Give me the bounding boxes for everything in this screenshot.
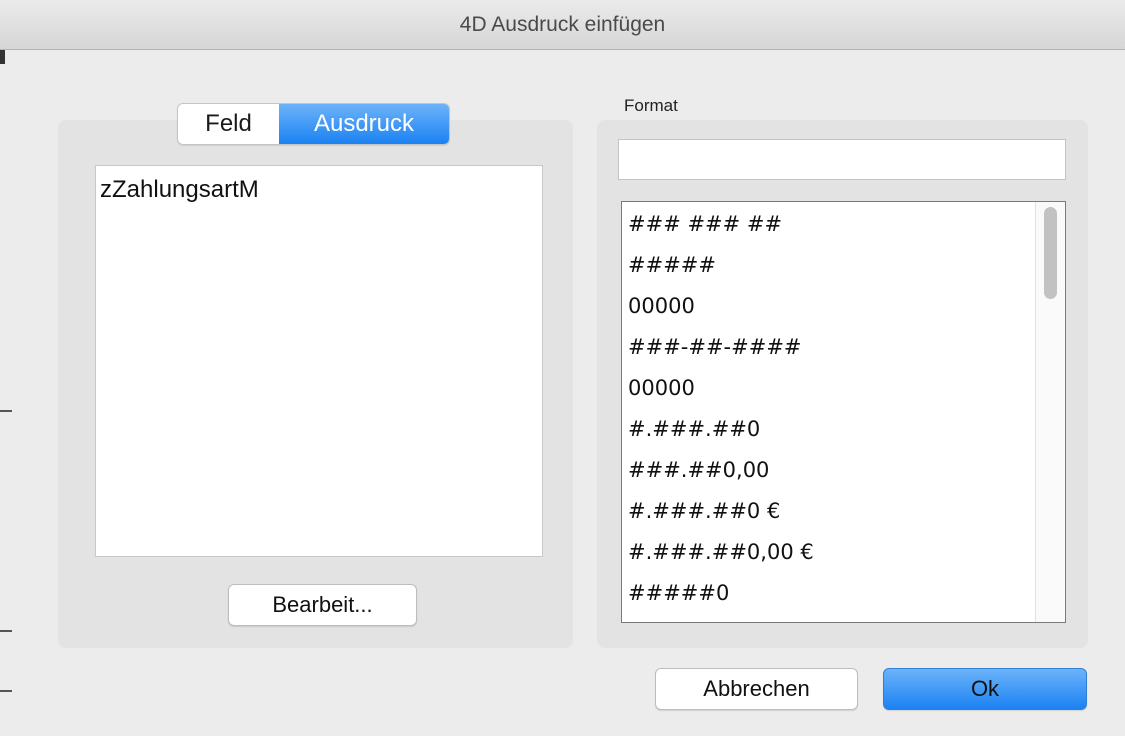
format-list[interactable]: ### ### ## ##### 00000 ###-##-#### 00000… [621, 201, 1066, 623]
format-option[interactable]: ### ### ## [622, 204, 1065, 245]
format-option[interactable]: ###-##-#### [622, 327, 1065, 368]
window-edge-mark [0, 410, 12, 412]
format-option[interactable]: ###.##0,00 [622, 450, 1065, 491]
cancel-button[interactable]: Abbrechen [655, 668, 858, 710]
edit-button[interactable]: Bearbeit... [228, 584, 417, 626]
format-option[interactable]: 00000 [622, 368, 1065, 409]
expression-text: zZahlungsartM [100, 176, 259, 203]
format-input[interactable] [618, 139, 1066, 180]
format-option[interactable]: #.###.##0 € [622, 491, 1065, 532]
window-titlebar: 4D Ausdruck einfügen [0, 0, 1125, 50]
source-segmented-control: Feld Ausdruck [177, 103, 450, 145]
format-label: Format [624, 96, 678, 115]
format-option[interactable]: #.###.##0 [622, 409, 1065, 450]
format-option[interactable]: #.###.##0,00 € [622, 532, 1065, 573]
scrollbar-thumb[interactable] [1044, 207, 1057, 299]
format-list-scrollbar[interactable] [1035, 202, 1065, 622]
format-option[interactable]: #####0 [622, 573, 1065, 614]
window-title: 4D Ausdruck einfügen [459, 13, 666, 36]
expression-field[interactable]: zZahlungsartM [95, 165, 543, 557]
window-edge-mark [0, 690, 12, 692]
window-edge-mark [0, 50, 5, 64]
ok-button[interactable]: Ok [883, 668, 1087, 710]
format-option[interactable]: 00000 [622, 286, 1065, 327]
format-option[interactable]: ##### [622, 245, 1065, 286]
tab-ausdruck[interactable]: Ausdruck [279, 104, 449, 144]
tab-feld[interactable]: Feld [178, 104, 279, 144]
window-edge-mark [0, 630, 12, 632]
